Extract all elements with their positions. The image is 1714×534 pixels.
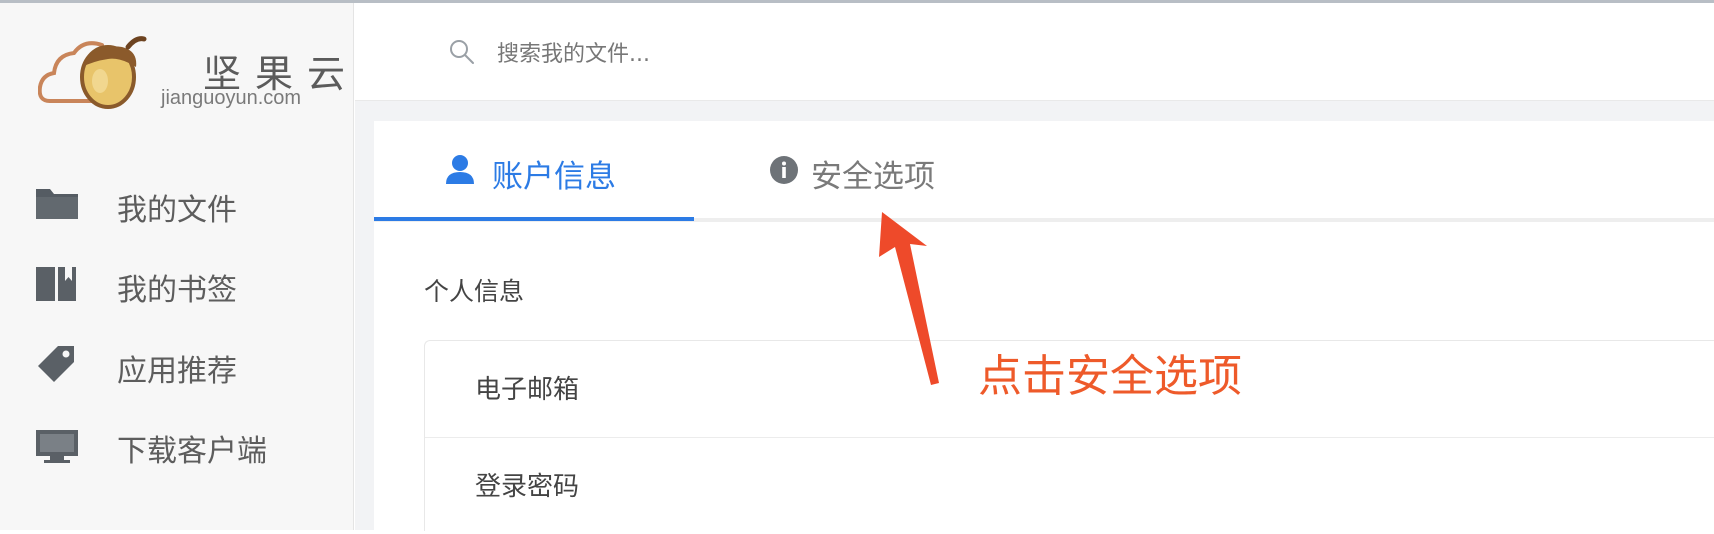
sidebar-item-download-client[interactable]: 下载客户端 [0, 414, 353, 474]
section-title: 个人信息 [424, 277, 525, 306]
info-row-label: 电子邮箱 [475, 375, 580, 405]
sidebar-item-app-recommend[interactable]: 应用推荐 [0, 334, 353, 394]
tab-label: 账户信息 [492, 159, 616, 195]
sidebar-item-label: 我的书签 [117, 273, 237, 308]
info-row-password[interactable]: 登录密码 [425, 438, 1714, 534]
folder-icon [36, 189, 78, 219]
sidebar-item-label: 下载客户端 [117, 434, 267, 469]
bookmark-icon [36, 267, 76, 301]
tab-security-options[interactable]: 安全选项 [769, 121, 1009, 221]
tab-label: 安全选项 [811, 159, 935, 195]
sidebar-item-label: 应用推荐 [117, 354, 237, 389]
search-input[interactable] [495, 33, 1099, 75]
top-search-bar [355, 3, 1714, 101]
active-tab-indicator [374, 217, 694, 221]
tab-bar: 账户信息 安全选项 [374, 121, 1714, 222]
info-icon [770, 156, 798, 184]
sidebar: 坚果云 jianguoyun.com 我的文件 我的书签 应用推荐 下载客户端 [0, 3, 354, 530]
info-row-label: 登录密码 [475, 472, 580, 502]
brand-logo[interactable]: 坚果云 jianguoyun.com [38, 33, 345, 123]
annotation-text: 点击安全选项 [978, 351, 1242, 402]
sidebar-item-my-bookmarks[interactable]: 我的书签 [0, 253, 353, 313]
brand-domain: jianguoyun.com [161, 87, 302, 109]
sidebar-item-label: 我的文件 [117, 193, 237, 228]
tab-account-info[interactable]: 账户信息 [374, 121, 694, 221]
search-icon[interactable] [449, 39, 475, 65]
user-icon [446, 155, 474, 184]
monitor-icon [36, 430, 78, 463]
sidebar-item-my-files[interactable]: 我的文件 [0, 173, 353, 233]
acorn-cloud-icon [38, 36, 147, 109]
tag-icon [38, 346, 74, 382]
